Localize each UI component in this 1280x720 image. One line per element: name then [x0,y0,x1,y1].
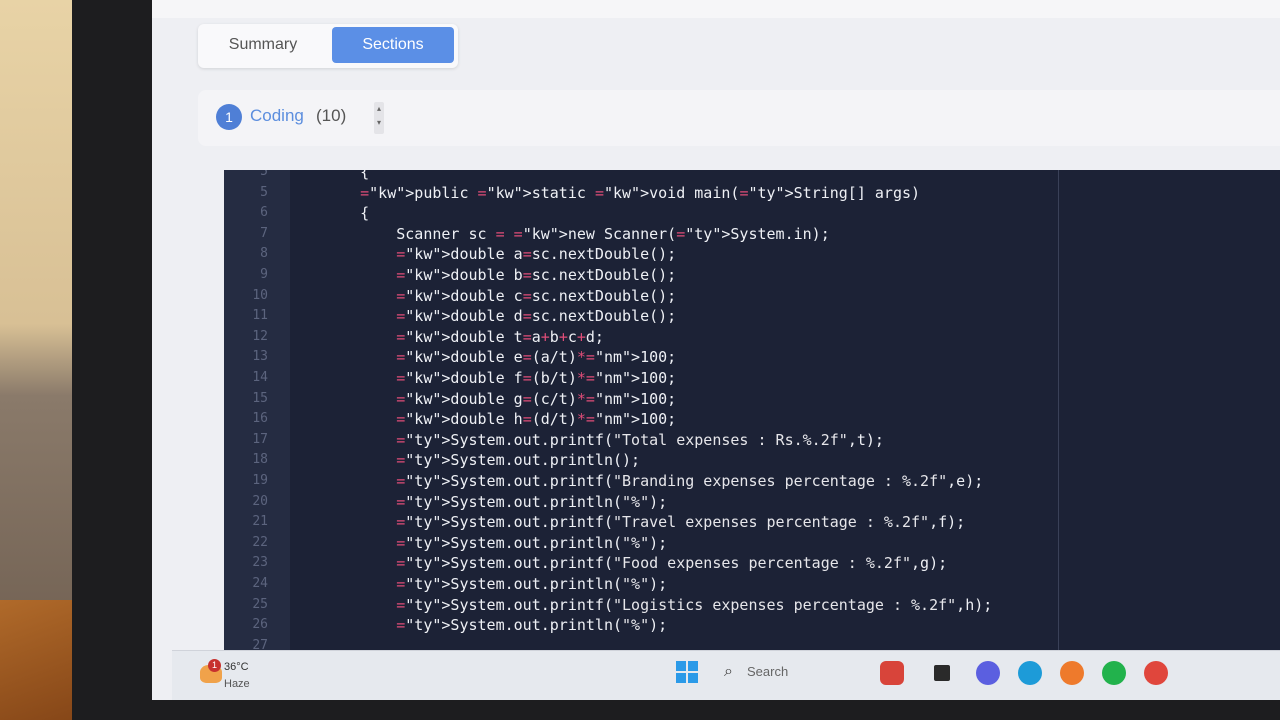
line-number: 7 [260,225,268,241]
code-line[interactable]: 6 { [224,203,1224,223]
code-text[interactable]: ="ty">System.out.println("%"); [324,533,667,553]
code-text[interactable]: { [324,203,369,223]
code-line[interactable]: 11 ="kw">double d=sc.nextDouble(); [224,306,1224,326]
code-line[interactable]: 22 ="ty">System.out.println("%"); [224,533,1224,553]
code-line[interactable]: 9 ="kw">double b=sc.nextDouble(); [224,265,1224,285]
line-number: 24 [252,576,268,591]
code-line[interactable]: 26 ="ty">System.out.println("%"); [224,615,1224,635]
weather-description[interactable]: Haze [224,678,250,690]
search-icon[interactable]: ⌕ [724,663,733,681]
code-line[interactable]: 5 ="kw">public ="kw">static ="kw">void m… [224,183,1224,203]
chat-app-icon[interactable] [976,661,1000,685]
line-number: 17 [252,431,268,447]
code-text[interactable]: Scanner sc = ="kw">new Scanner(="ty">Sys… [324,224,830,244]
code-text[interactable]: ="kw">double a=sc.nextDouble(); [324,244,676,264]
line-number: 23 [252,555,268,571]
line-number: 9 [260,267,268,282]
code-line[interactable]: 20 ="ty">System.out.println("%"); [224,492,1224,512]
code-text[interactable]: ="ty">System.out.println("%"); [324,615,667,635]
view-tabs: Summary Sections [198,24,458,68]
code-line[interactable]: 10 ="kw">double c=sc.nextDouble(); [224,286,1224,306]
line-number: 18 [252,452,268,468]
weather-notification-badge: 1 [208,659,221,672]
code-text[interactable]: ="kw">double g=(c/t)*="nm">100; [324,389,676,409]
line-number: 15 [252,390,268,406]
weather-temperature[interactable]: 36°C [224,661,249,673]
code-text[interactable]: ="kw">double d=sc.nextDouble(); [324,306,676,326]
code-line[interactable]: 18 ="ty">System.out.println(); [224,450,1224,470]
code-text[interactable]: ="kw">double e=(a/t)*="nm">100; [324,347,676,367]
code-text[interactable]: ="ty">System.out.println("%"); [324,492,667,512]
game-app-icon[interactable] [880,661,904,685]
section-name[interactable]: Coding [250,106,304,126]
app-icon[interactable] [934,665,950,681]
line-number: 26 [252,617,268,633]
code-text[interactable]: ="ty">System.out.printf("Total expenses … [324,430,884,450]
section-number-badge: 1 [216,104,242,130]
code-line[interactable]: 5 { [224,170,1224,182]
taskbar: 1 36°C Haze ⌕ Search [172,650,1280,700]
chrome-icon[interactable] [1144,661,1168,685]
firefox-icon[interactable] [1060,661,1084,685]
spotify-icon[interactable] [1102,661,1126,685]
edge-icon[interactable] [1018,661,1042,685]
start-icon[interactable] [676,661,698,683]
line-number: 14 [252,370,268,385]
code-text[interactable]: ="kw">public ="kw">static ="kw">void mai… [324,183,920,203]
line-number: 5 [260,170,268,179]
code-line[interactable]: 23 ="ty">System.out.printf("Food expense… [224,553,1224,573]
line-number: 13 [252,349,268,365]
code-editor[interactable]: 5 {5 ="kw">public ="kw">static ="kw">voi… [224,170,1280,652]
code-text[interactable]: ="kw">double b=sc.nextDouble(); [324,265,676,285]
line-number: 5 [260,184,268,200]
line-number: 20 [252,493,268,509]
code-text[interactable]: ="ty">System.out.printf("Branding expens… [324,471,983,491]
screen: Summary Sections 1 Coding (10) ▴ ▾ 5 {5 =… [152,0,1280,700]
code-line[interactable]: 25 ="ty">System.out.printf("Logistics ex… [224,595,1224,615]
code-line[interactable]: 15 ="kw">double g=(c/t)*="nm">100; [224,389,1224,409]
code-line[interactable]: 19 ="ty">System.out.printf("Branding exp… [224,471,1224,491]
line-number: 11 [252,308,268,324]
tab-summary[interactable]: Summary [204,27,322,63]
taskbar-search-label[interactable]: Search [747,664,788,679]
code-line[interactable]: 8 ="kw">double a=sc.nextDouble(); [224,244,1224,264]
line-number: 6 [260,205,268,221]
code-line[interactable]: 12 ="kw">double t=a+b+c+d; [224,327,1224,347]
code-text[interactable]: ="kw">double h=(d/t)*="nm">100; [324,409,676,429]
code-text[interactable]: ="kw">double f=(b/t)*="nm">100; [324,368,676,388]
code-line[interactable]: 7 Scanner sc = ="kw">new Scanner(="ty">S… [224,224,1224,244]
line-number: 21 [252,514,268,530]
code-line[interactable]: 17 ="ty">System.out.printf("Total expens… [224,430,1224,450]
code-text[interactable]: ="ty">System.out.println(); [324,450,640,470]
code-line[interactable]: 24 ="ty">System.out.println("%"); [224,574,1224,594]
code-line[interactable]: 14 ="kw">double f=(b/t)*="nm">100; [224,368,1224,388]
code-text[interactable]: ="ty">System.out.printf("Food expenses p… [324,553,947,573]
code-text[interactable]: ="ty">System.out.println("%"); [324,574,667,594]
section-stepper-icon[interactable]: ▴ ▾ [374,102,384,134]
code-line[interactable]: 13 ="kw">double e=(a/t)*="nm">100; [224,347,1224,367]
line-number: 8 [260,246,268,262]
line-number: 25 [252,596,268,612]
line-number: 10 [252,287,268,303]
code-text[interactable]: { [324,170,369,182]
code-line[interactable]: 21 ="ty">System.out.printf("Travel expen… [224,512,1224,532]
code-text[interactable]: ="kw">double c=sc.nextDouble(); [324,286,676,306]
code-text[interactable]: ="ty">System.out.printf("Travel expenses… [324,512,965,532]
line-number: 12 [252,328,268,344]
section-question-count: (10) [316,106,347,125]
code-line[interactable]: 16 ="kw">double h=(d/t)*="nm">100; [224,409,1224,429]
line-number: 22 [252,534,268,550]
code-text[interactable]: ="ty">System.out.printf("Logistics expen… [324,595,992,615]
line-number: 16 [252,411,268,427]
code-text[interactable]: ="kw">double t=a+b+c+d; [324,327,604,347]
line-number: 19 [252,473,268,488]
tab-sections[interactable]: Sections [332,27,454,63]
top-strip [152,0,1280,18]
section-selector[interactable]: 1 Coding (10) ▴ ▾ [198,90,1280,146]
